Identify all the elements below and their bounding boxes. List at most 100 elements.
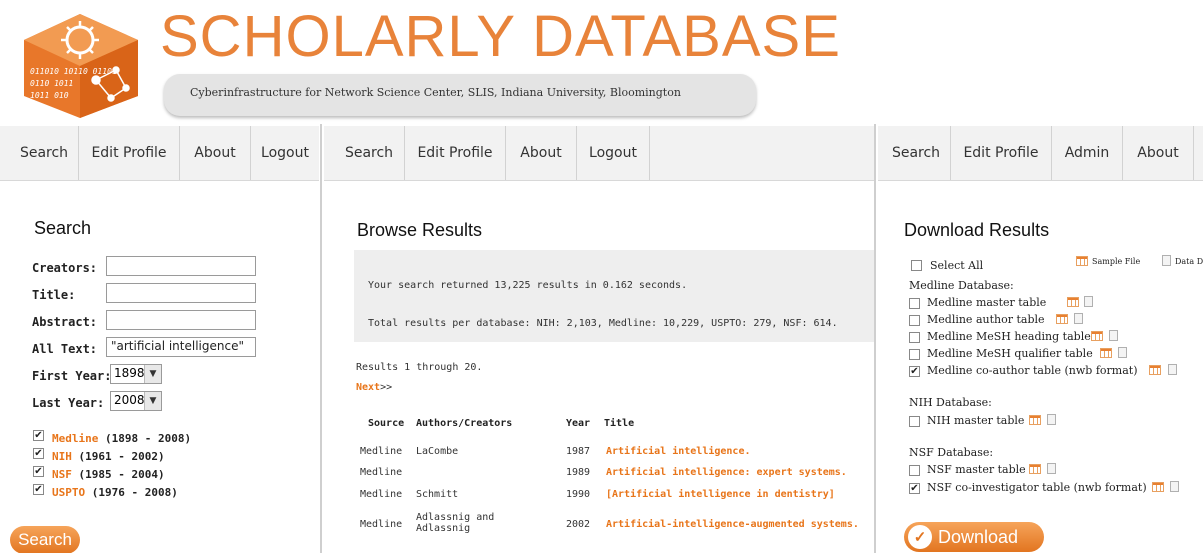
download-item-label: Medline master table — [927, 296, 1047, 309]
data-dictionary-icon[interactable] — [1109, 330, 1118, 341]
tab-search[interactable]: Search — [882, 126, 951, 180]
sample-file-icon[interactable] — [1056, 314, 1068, 324]
download-item-checkbox[interactable] — [909, 416, 920, 427]
sample-file-icon[interactable] — [1067, 297, 1079, 307]
col-authors: Authors/Creators — [416, 418, 513, 429]
row-title-link[interactable]: [Artificial intelligence in dentistry] — [606, 489, 835, 500]
medline-option: Medline (1898 - 2008) — [52, 432, 192, 445]
row-title-link[interactable]: Artificial-intelligence-augmented system… — [606, 519, 859, 530]
row-source: Medline — [360, 489, 403, 500]
tab-search[interactable]: Search — [10, 126, 79, 180]
download-item-checkbox[interactable] — [909, 332, 920, 343]
document-icon — [1162, 255, 1171, 266]
nih-checkbox[interactable]: ✔ — [33, 448, 44, 459]
search-panel: Search Edit Profile About Logout Search … — [0, 126, 319, 553]
col-year: Year — [566, 418, 591, 429]
tab-about[interactable]: About — [1123, 126, 1194, 180]
download-item-checkbox[interactable]: ✔ — [909, 366, 920, 377]
title-label: Title: — [32, 288, 76, 302]
tab-edit-profile[interactable]: Edit Profile — [405, 126, 506, 180]
col-title: Title — [604, 418, 635, 429]
download-item-checkbox[interactable] — [909, 465, 920, 476]
tab-edit-profile[interactable]: Edit Profile — [951, 126, 1052, 180]
download-item-checkbox[interactable] — [909, 349, 920, 360]
row-authors: Adlassnig and Adlassnig — [416, 512, 495, 534]
select-all-label: Select All — [930, 259, 984, 272]
nih-group-title: NIH Database: — [909, 396, 992, 409]
next-page: Next>> — [356, 382, 393, 393]
tab-about[interactable]: About — [180, 126, 251, 180]
sample-file-icon[interactable] — [1029, 464, 1041, 474]
abstract-label: Abstract: — [32, 315, 98, 329]
site-subtitle: Cyberinfrastructure for Network Science … — [190, 86, 681, 99]
download-item-label: Medline MeSH heading table — [927, 330, 1091, 343]
uspto-option: USPTO (1976 - 2008) — [52, 486, 178, 499]
tab-edit-profile[interactable]: Edit Profile — [79, 126, 180, 180]
creators-label: Creators: — [32, 261, 98, 275]
sample-file-icon[interactable] — [1149, 365, 1161, 375]
download-item-label: NIH master table — [927, 414, 1025, 427]
site-title: SCHOLARLY DATABASE — [160, 4, 841, 69]
download-button[interactable]: ✓ Download — [904, 522, 1044, 552]
last-year-value: 2008 — [114, 393, 145, 407]
search-button[interactable]: Search — [10, 526, 80, 553]
data-dictionary-icon[interactable] — [1168, 364, 1177, 375]
select-all-checkbox[interactable] — [911, 260, 922, 271]
data-dictionary-icon[interactable] — [1074, 313, 1083, 324]
alltext-input[interactable]: "artificial intelligence" — [106, 337, 256, 357]
chevron-down-icon: ▼ — [144, 392, 161, 410]
row-year: 2002 — [566, 519, 591, 530]
nsf-checkbox[interactable]: ✔ — [33, 466, 44, 477]
row-source: Medline — [360, 519, 403, 530]
last-year-label: Last Year: — [32, 396, 105, 410]
sample-file-icon[interactable] — [1100, 348, 1112, 358]
data-dictionary-header: Data Dictiona — [1175, 257, 1203, 266]
table-icon — [1076, 256, 1088, 266]
abstract-input[interactable] — [106, 310, 256, 330]
download-item-label: NSF master table — [927, 463, 1026, 476]
tab-logout[interactable]: Logout — [251, 126, 319, 180]
sample-file-icon[interactable] — [1152, 482, 1164, 492]
logo-icon: 011010 10110 01101 0110 1011 1011 010 — [24, 14, 138, 118]
download-button-label: Download — [938, 526, 1019, 547]
creators-input[interactable] — [106, 256, 256, 276]
panel-divider — [320, 124, 322, 553]
first-year-label: First Year: — [32, 369, 112, 383]
first-year-value: 1898 — [114, 366, 145, 380]
title-input[interactable] — [106, 283, 256, 303]
medline-checkbox[interactable]: ✔ — [33, 430, 44, 441]
svg-text:1011 010: 1011 010 — [30, 91, 69, 100]
uspto-checkbox[interactable]: ✔ — [33, 484, 44, 495]
data-dictionary-icon[interactable] — [1170, 481, 1179, 492]
browse-panel: Search Edit Profile About Logout Browse … — [324, 126, 874, 553]
tab-about[interactable]: About — [506, 126, 577, 180]
nsf-group-title: NSF Database: — [909, 446, 994, 459]
sample-file-icon[interactable] — [1029, 415, 1041, 425]
row-title-link[interactable]: Artificial intelligence. — [606, 446, 751, 457]
data-dictionary-icon[interactable] — [1084, 296, 1093, 307]
next-link[interactable]: Next — [356, 382, 380, 393]
row-year: 1990 — [566, 489, 591, 500]
tab-search[interactable]: Search — [334, 126, 405, 180]
tab-logout[interactable]: Logout — [577, 126, 650, 180]
row-year: 1989 — [566, 467, 591, 478]
middle-nav: Search Edit Profile About Logout — [324, 126, 874, 181]
chevron-down-icon: ▼ — [144, 365, 161, 383]
results-range: Results 1 through 20. — [356, 362, 483, 373]
first-year-select[interactable]: 1898 ▼ — [110, 364, 162, 384]
download-item-checkbox[interactable]: ✔ — [909, 483, 920, 494]
data-dictionary-icon[interactable] — [1047, 463, 1056, 474]
data-dictionary-icon[interactable] — [1047, 414, 1056, 425]
row-title-link[interactable]: Artificial intelligence: expert systems. — [606, 467, 847, 478]
sample-file-header: Sample File — [1092, 257, 1141, 266]
tab-admin[interactable]: Admin — [1052, 126, 1123, 180]
download-item-checkbox[interactable] — [909, 315, 920, 326]
sample-file-icon[interactable] — [1091, 331, 1103, 341]
data-dictionary-icon[interactable] — [1118, 347, 1127, 358]
download-item-checkbox[interactable] — [909, 298, 920, 309]
last-year-select[interactable]: 2008 ▼ — [110, 391, 162, 411]
download-item-label: Medline MeSH qualifier table — [927, 347, 1093, 360]
nsf-option: NSF (1985 - 2004) — [52, 468, 165, 481]
row-source: Medline — [360, 446, 403, 457]
results-summary: Your search returned 13,225 results in 0… — [368, 280, 688, 291]
